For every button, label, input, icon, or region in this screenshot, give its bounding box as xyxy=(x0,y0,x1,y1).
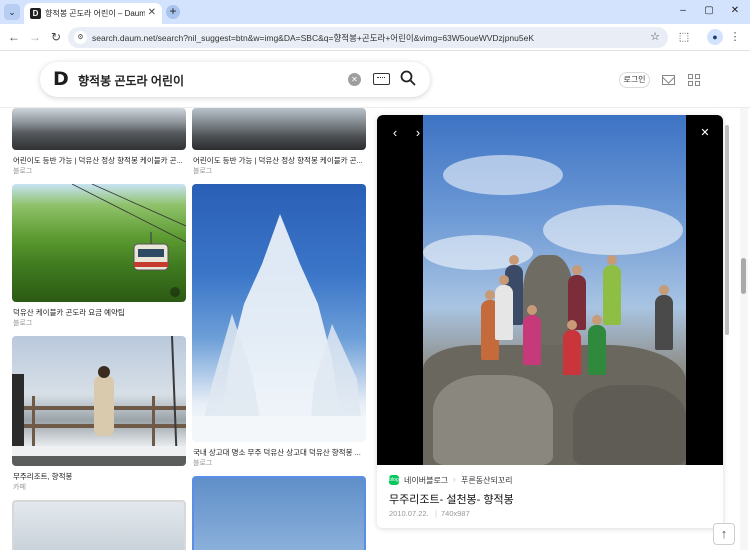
viewer-info: blog 네이버블로그 › 푸른동산되꼬리 무주리조트- 설천봉- 향적봉 20… xyxy=(377,465,723,528)
source-separator: › xyxy=(453,475,456,484)
daum-header: D 향적봉 곤도라 어린이 ✕ 로그인 xyxy=(0,51,750,108)
page-scrollbar[interactable] xyxy=(740,108,748,550)
viewer-photo[interactable] xyxy=(423,115,686,465)
viewer-prev-button[interactable]: ‹ xyxy=(387,125,403,141)
new-tab-button[interactable]: + xyxy=(166,5,180,19)
address-bar[interactable]: ⚙ search.daum.net/search?nil_suggest=btn… xyxy=(68,27,668,48)
result-thumbnail[interactable] xyxy=(12,184,186,302)
extensions-icon[interactable]: ⬚ xyxy=(677,30,691,44)
tab-list-button[interactable]: ⌄ xyxy=(4,4,20,20)
profile-avatar[interactable]: ● xyxy=(707,29,723,45)
result-source: 블로그 xyxy=(193,460,213,467)
source-blog-link[interactable]: 푸른동산되꼬리 xyxy=(461,475,513,486)
scroll-to-top-button[interactable]: ↑ xyxy=(713,523,735,545)
bookmark-star-icon[interactable]: ☆ xyxy=(650,30,660,43)
result-source: 블로그 xyxy=(13,168,33,175)
viewer-title-link[interactable]: 무주리조트- 설천봉- 향적봉 xyxy=(389,491,514,507)
result-title[interactable]: 국내 상고대 명소 무주 덕유산 상고대 덕유산 향적봉 ... xyxy=(193,447,368,458)
result-source: 카페 xyxy=(13,484,26,491)
chrome-menu-icon[interactable]: ⋮ xyxy=(728,30,742,44)
maximize-button[interactable]: ▢ xyxy=(702,4,716,18)
tab-close-icon[interactable]: ✕ xyxy=(148,7,156,19)
viewer-close-button[interactable]: ✕ xyxy=(697,125,713,141)
clear-search-icon[interactable]: ✕ xyxy=(348,73,361,86)
result-source: 블로그 xyxy=(13,320,33,327)
result-title[interactable]: 덕유산 케이블카 곤도라 요금 예약팁 xyxy=(13,307,188,318)
gondola-photo xyxy=(71,184,186,297)
mail-icon[interactable] xyxy=(662,75,675,85)
result-thumbnail[interactable] xyxy=(12,336,186,466)
search-input[interactable]: 향적봉 곤도라 어린이 xyxy=(78,72,184,89)
result-thumbnail[interactable] xyxy=(12,108,186,150)
search-icon[interactable] xyxy=(400,70,416,86)
result-title[interactable]: 어린이도 등반 가능 | 덕유산 정상 향적봉 케이블카 곤... xyxy=(13,155,188,166)
keyboard-icon[interactable] xyxy=(373,73,390,85)
source-name-link[interactable]: 네이버블로그 xyxy=(404,475,448,486)
site-info-icon[interactable]: ⚙ xyxy=(74,31,87,44)
result-thumbnail[interactable] xyxy=(192,184,366,442)
result-title[interactable]: 어린이도 등반 가능 | 덕유산 정상 향적봉 케이블카 곤... xyxy=(193,155,368,166)
url-text[interactable]: search.daum.net/search?nil_suggest=btn&w… xyxy=(92,32,632,44)
result-source: 블로그 xyxy=(193,168,213,175)
viewer-scrollbar[interactable] xyxy=(725,125,729,335)
page-scrollbar-thumb[interactable] xyxy=(741,258,746,294)
image-viewer-panel: ‹ › ✕ blog 네이버블로그 › 푸른동산되꼬리 무주리조트- 설천봉- … xyxy=(377,115,723,528)
result-title[interactable]: 무주리조트, 향적봉 xyxy=(13,471,188,482)
meta-separator: | xyxy=(435,509,437,518)
back-button[interactable]: ← xyxy=(7,30,21,44)
forward-button[interactable]: → xyxy=(28,30,42,44)
result-thumbnail[interactable] xyxy=(12,500,186,550)
browser-tab[interactable]: D 향적봉 곤도라 어린이 – Daum 검색 ✕ xyxy=(24,3,162,24)
tab-title: 향적봉 곤도라 어린이 – Daum 검색 xyxy=(45,9,145,18)
login-button[interactable]: 로그인 xyxy=(619,72,650,88)
daum-logo[interactable]: D xyxy=(53,69,69,89)
viewer-next-button[interactable]: › xyxy=(410,125,426,141)
browser-toolbar: ← → ↻ ⚙ search.daum.net/search?nil_sugge… xyxy=(0,24,750,51)
naver-blog-icon: blog xyxy=(389,475,399,485)
deck-photo xyxy=(12,336,186,466)
viewer-date: 2010.07.22. xyxy=(389,509,429,518)
window-close-button[interactable]: ✕ xyxy=(728,4,742,18)
minimize-button[interactable]: – xyxy=(676,4,690,18)
result-thumbnail-selected[interactable] xyxy=(192,476,366,550)
image-results-grid: 어린이도 등반 가능 | 덕유산 정상 향적봉 케이블카 곤... 블로그 어린… xyxy=(0,108,370,550)
reload-button[interactable]: ↻ xyxy=(49,30,63,44)
apps-grid-icon[interactable] xyxy=(688,74,700,86)
daum-favicon-icon: D xyxy=(30,8,41,19)
viewer-stage: ‹ › ✕ xyxy=(377,115,723,465)
search-box[interactable]: D 향적봉 곤도라 어린이 ✕ xyxy=(40,62,430,97)
result-thumbnail[interactable] xyxy=(192,108,366,150)
snow-tree-photo xyxy=(192,214,366,442)
browser-tabbar: ⌄ D 향적봉 곤도라 어린이 – Daum 검색 ✕ + – ▢ ✕ xyxy=(0,0,750,24)
viewer-image-size: 740x987 xyxy=(441,509,470,518)
